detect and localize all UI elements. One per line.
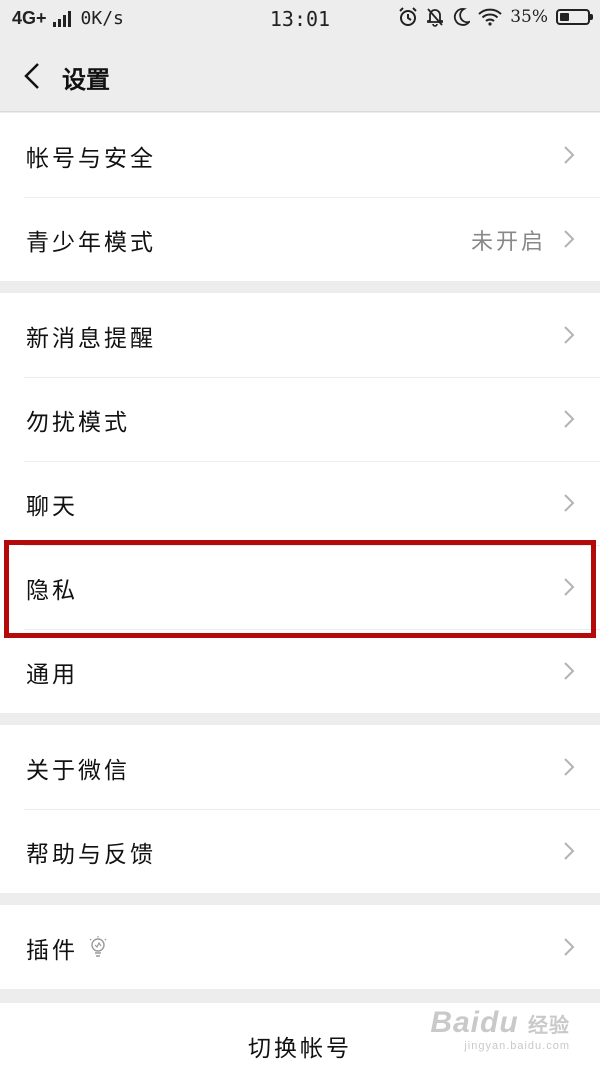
chevron-right-icon — [564, 326, 575, 344]
item-label: 勿扰模式 — [26, 410, 130, 436]
moon-icon — [454, 8, 471, 26]
item-label: 隐私 — [26, 578, 78, 604]
settings-item-do-not-disturb[interactable]: 勿扰模式 — [0, 377, 600, 461]
battery-percent: 35% — [510, 7, 548, 27]
watermark-logo-text: Baidu — [430, 1006, 519, 1039]
lightbulb-icon — [89, 936, 107, 957]
item-label: 帮助与反馈 — [26, 842, 156, 868]
item-label: 新消息提醒 — [26, 326, 156, 352]
watermark-sub: 经验 — [528, 1015, 570, 1037]
settings-item-teen-mode[interactable]: 青少年模式 未开启 — [0, 197, 600, 281]
back-arrow-icon — [24, 63, 39, 89]
item-label: 聊天 — [26, 494, 78, 520]
settings-item-help-feedback[interactable]: 帮助与反馈 — [0, 809, 600, 893]
chevron-right-icon — [564, 230, 575, 248]
teen-mode-status: 未开启 — [470, 230, 546, 255]
chevron-right-icon — [564, 842, 575, 860]
chevron-right-icon — [564, 938, 575, 956]
settings-item-privacy[interactable]: 隐私 — [0, 545, 600, 629]
chevron-right-icon — [564, 494, 575, 512]
settings-item-general[interactable]: 通用 — [0, 629, 600, 713]
settings-item-plugins[interactable]: 插件 — [0, 905, 600, 989]
status-right: 35% — [398, 7, 593, 27]
alarm-icon — [399, 7, 417, 26]
settings-item-about-wechat[interactable]: 关于微信 — [0, 725, 600, 809]
section-messages: 新消息提醒 勿扰模式 聊天 隐私 通用 — [0, 293, 600, 713]
battery-fill — [560, 13, 570, 21]
settings-item-chat[interactable]: 聊天 — [0, 461, 600, 545]
item-label: 青少年模式 — [26, 230, 156, 256]
section-account: 帐号与安全 青少年模式 未开启 — [0, 113, 600, 281]
item-label: 插件 — [26, 938, 78, 964]
chevron-right-icon — [564, 578, 575, 596]
section-plugins: 插件 — [0, 905, 600, 989]
settings-item-new-message-alerts[interactable]: 新消息提醒 — [0, 293, 600, 377]
settings-screen: 4G+ 0K/s 13:01 35% 设置 帐号与安全 青少年模式 未开启 新消… — [0, 0, 600, 1066]
item-label: 关于微信 — [26, 758, 130, 784]
chevron-right-icon — [564, 662, 575, 680]
back-button[interactable] — [14, 58, 50, 94]
chevron-right-icon — [564, 146, 575, 164]
nav-bar: 设置 — [0, 40, 600, 112]
item-label: 通用 — [26, 662, 78, 688]
battery-icon — [556, 9, 593, 25]
watermark-logo: Baidu 经验 — [430, 1006, 570, 1040]
wifi-icon — [478, 8, 502, 26]
watermark-url: jingyan.baidu.com — [464, 1040, 570, 1052]
section-about: 关于微信 帮助与反馈 — [0, 725, 600, 893]
chevron-right-icon — [564, 410, 575, 428]
status-bar: 4G+ 0K/s 13:01 35% — [0, 0, 600, 40]
page-title: 设置 — [62, 65, 110, 94]
item-label: 帐号与安全 — [26, 146, 156, 172]
chevron-right-icon — [564, 758, 575, 776]
bell-off-icon — [427, 8, 444, 27]
baidu-watermark: Baidu 经验 jingyan.baidu.com — [430, 1006, 570, 1052]
settings-item-account-security[interactable]: 帐号与安全 — [0, 113, 600, 197]
